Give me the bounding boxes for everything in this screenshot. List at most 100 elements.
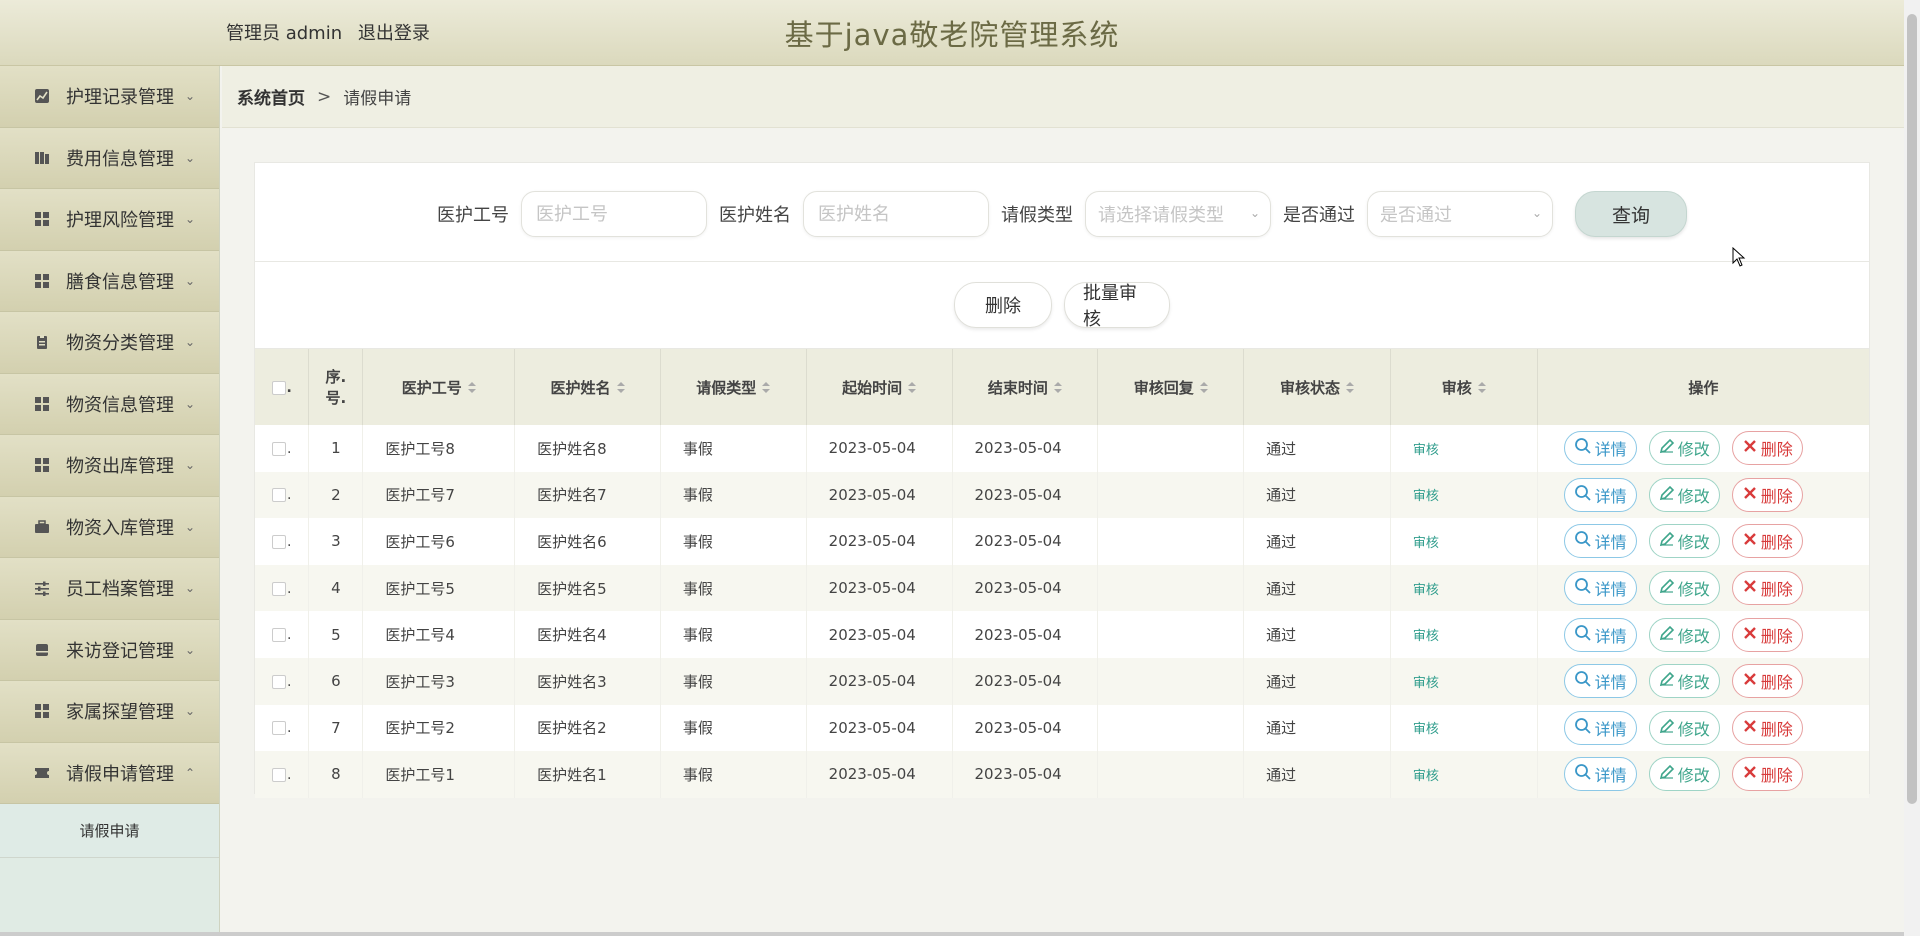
pencil-icon bbox=[1659, 438, 1678, 458]
table-row[interactable]: . 1 医护工号8 医护姓名8 事假 2023-05-04 2023-05-04… bbox=[255, 425, 1869, 472]
approved-select[interactable]: 是否通过 ⌄ bbox=[1367, 191, 1553, 237]
cell-audit: 审核 bbox=[1390, 471, 1538, 519]
sidebar-item-1[interactable]: 护理记录管理 ⌄ bbox=[0, 66, 219, 128]
header-audit[interactable]: 审核 bbox=[1390, 349, 1538, 425]
row-checkbox[interactable] bbox=[271, 628, 286, 643]
audit-link[interactable]: 审核 bbox=[1413, 722, 1439, 737]
audit-link[interactable]: 审核 bbox=[1413, 536, 1439, 551]
staff-id-input[interactable] bbox=[521, 191, 707, 237]
page-scrollbar[interactable] bbox=[1904, 0, 1920, 936]
edit-button[interactable]: 修改 bbox=[1648, 477, 1720, 512]
delete-button[interactable]: 删除 bbox=[954, 282, 1052, 328]
sort-icon[interactable] bbox=[1477, 382, 1486, 394]
detail-button[interactable]: 详情 bbox=[1563, 571, 1637, 606]
row-checkbox[interactable] bbox=[271, 488, 286, 503]
edit-button[interactable]: 修改 bbox=[1648, 757, 1720, 792]
sidebar-item-3[interactable]: 护理风险管理 ⌄ bbox=[0, 189, 219, 251]
leave-type-select[interactable]: 请选择请假类型 ⌄ bbox=[1085, 191, 1271, 237]
sort-icon[interactable] bbox=[908, 382, 917, 394]
close-icon bbox=[1742, 485, 1761, 505]
detail-button[interactable]: 详情 bbox=[1563, 664, 1637, 699]
edit-button[interactable]: 修改 bbox=[1648, 664, 1720, 699]
query-button[interactable]: 查询 bbox=[1575, 191, 1687, 237]
detail-button[interactable]: 详情 bbox=[1563, 617, 1637, 652]
sort-icon[interactable] bbox=[762, 382, 771, 394]
row-delete-button[interactable]: 删除 bbox=[1731, 524, 1803, 559]
cell-end-time: 2023-05-04 bbox=[952, 704, 1099, 752]
table-row[interactable]: . 7 医护工号2 医护姓名2 事假 2023-05-04 2023-05-04… bbox=[255, 704, 1869, 752]
breadcrumb-home[interactable]: 系统首页 bbox=[237, 84, 305, 109]
header-audit-status[interactable]: 审核状态 bbox=[1243, 349, 1391, 425]
edit-button[interactable]: 修改 bbox=[1648, 524, 1720, 559]
row-checkbox[interactable] bbox=[271, 767, 286, 782]
header-start-time[interactable]: 起始时间 bbox=[806, 349, 953, 425]
header-staff-name[interactable]: 医护姓名 bbox=[514, 349, 661, 425]
row-delete-button[interactable]: 删除 bbox=[1731, 664, 1803, 699]
detail-button[interactable]: 详情 bbox=[1563, 477, 1637, 512]
row-checkbox[interactable] bbox=[271, 534, 286, 549]
audit-link[interactable]: 审核 bbox=[1413, 489, 1439, 504]
sidebar-item-8[interactable]: 物资入库管理 ⌄ bbox=[0, 496, 219, 558]
edit-button[interactable]: 修改 bbox=[1648, 431, 1720, 466]
audit-link[interactable]: 审核 bbox=[1413, 769, 1439, 784]
sidebar-item-9[interactable]: 员工档案管理 ⌄ bbox=[0, 558, 219, 620]
table-row[interactable]: . 6 医护工号3 医护姓名3 事假 2023-05-04 2023-05-04… bbox=[255, 657, 1869, 705]
sidebar-item-11[interactable]: 家属探望管理 ⌄ bbox=[0, 681, 219, 743]
sidebar-item-6[interactable]: 物资信息管理 ⌄ bbox=[0, 373, 219, 435]
edit-button[interactable]: 修改 bbox=[1648, 710, 1720, 745]
row-delete-button[interactable]: 删除 bbox=[1731, 571, 1803, 606]
row-delete-button[interactable]: 删除 bbox=[1731, 757, 1803, 792]
row-delete-button[interactable]: 删除 bbox=[1731, 710, 1803, 745]
sort-icon[interactable] bbox=[1346, 382, 1354, 394]
header-staff-id[interactable]: 医护工号 bbox=[362, 349, 516, 425]
scroll-thumb[interactable] bbox=[1907, 14, 1917, 804]
audit-link[interactable]: 审核 bbox=[1413, 583, 1439, 598]
audit-link[interactable]: 审核 bbox=[1413, 443, 1439, 458]
detail-button[interactable]: 详情 bbox=[1563, 757, 1637, 792]
cell-start-time: 2023-05-04 bbox=[806, 425, 953, 472]
cell-audit-reply bbox=[1097, 564, 1245, 612]
row-delete-button[interactable]: 删除 bbox=[1731, 617, 1803, 652]
chart-icon bbox=[34, 88, 50, 104]
row-select-cell: . bbox=[255, 657, 310, 705]
sort-icon[interactable] bbox=[1053, 382, 1062, 394]
table-row[interactable]: . 5 医护工号4 医护姓名4 事假 2023-05-04 2023-05-04… bbox=[255, 611, 1869, 658]
detail-button[interactable]: 详情 bbox=[1563, 524, 1637, 559]
header-leave-type[interactable]: 请假类型 bbox=[660, 349, 807, 425]
sliders-icon bbox=[34, 580, 50, 597]
sidebar-item-2[interactable]: 费用信息管理 ⌄ bbox=[0, 127, 219, 189]
audit-link[interactable]: 审核 bbox=[1413, 629, 1439, 644]
sort-icon[interactable] bbox=[467, 382, 476, 394]
cell-leave-type: 事假 bbox=[660, 518, 807, 565]
sidebar-item-7[interactable]: 物资出库管理 ⌄ bbox=[0, 435, 219, 497]
sidebar-item-4[interactable]: 膳食信息管理 ⌄ bbox=[0, 250, 219, 312]
row-delete-button[interactable]: 删除 bbox=[1731, 477, 1803, 512]
sidebar-item-label: 护理记录管理 bbox=[66, 87, 174, 109]
row-checkbox[interactable] bbox=[271, 441, 286, 456]
row-checkbox[interactable] bbox=[271, 581, 286, 596]
sidebar-item-5[interactable]: 物资分类管理 ⌄ bbox=[0, 312, 219, 374]
select-all-checkbox[interactable] bbox=[271, 380, 286, 395]
batch-audit-button[interactable]: 批量审核 bbox=[1064, 282, 1170, 330]
staff-name-input[interactable] bbox=[803, 191, 989, 237]
table-row[interactable]: . 2 医护工号7 医护姓名7 事假 2023-05-04 2023-05-04… bbox=[255, 471, 1869, 519]
sort-icon[interactable] bbox=[1199, 382, 1208, 394]
edit-button[interactable]: 修改 bbox=[1648, 571, 1720, 606]
grid-icon bbox=[34, 457, 50, 473]
row-delete-button[interactable]: 删除 bbox=[1731, 431, 1803, 466]
row-checkbox[interactable] bbox=[271, 674, 286, 689]
header-audit-reply[interactable]: 审核回复 bbox=[1097, 349, 1245, 425]
table-row[interactable]: . 3 医护工号6 医护姓名6 事假 2023-05-04 2023-05-04… bbox=[255, 518, 1869, 565]
detail-button[interactable]: 详情 bbox=[1563, 431, 1637, 466]
detail-button[interactable]: 详情 bbox=[1563, 710, 1637, 745]
row-checkbox[interactable] bbox=[271, 721, 286, 736]
sidebar-item-10[interactable]: 来访登记管理 ⌄ bbox=[0, 619, 219, 681]
edit-button[interactable]: 修改 bbox=[1648, 617, 1720, 652]
table-row[interactable]: . 4 医护工号5 医护姓名5 事假 2023-05-04 2023-05-04… bbox=[255, 564, 1869, 612]
sidebar-subitem-leave-request[interactable]: 请假申请 bbox=[0, 804, 219, 858]
header-end-time[interactable]: 结束时间 bbox=[952, 349, 1099, 425]
sort-icon[interactable] bbox=[616, 382, 625, 394]
sidebar-item-12[interactable]: 请假申请管理 ⌃ bbox=[0, 742, 219, 804]
audit-link[interactable]: 审核 bbox=[1413, 676, 1439, 691]
table-row[interactable]: . 8 医护工号1 医护姓名1 事假 2023-05-04 2023-05-04… bbox=[255, 751, 1869, 798]
